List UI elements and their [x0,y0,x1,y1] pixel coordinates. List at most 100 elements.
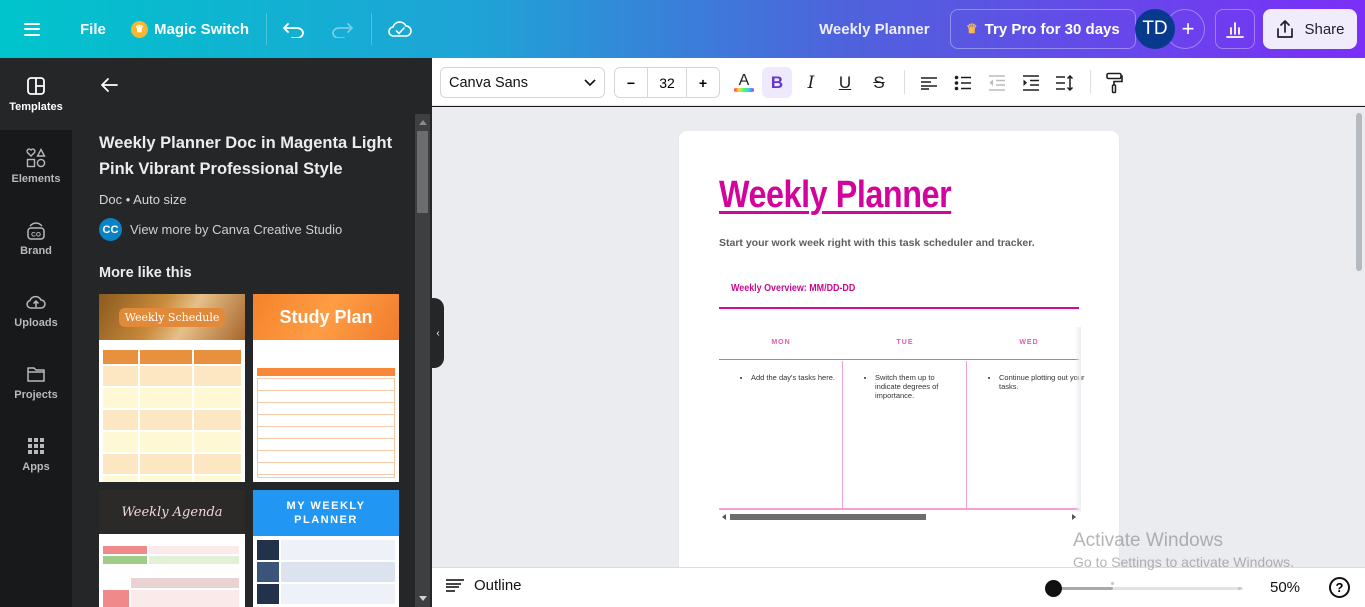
outline-button[interactable]: Outline [446,577,522,594]
crown-icon: ♛ [131,20,148,38]
text-color-button[interactable]: A [729,67,759,98]
weekly-table[interactable]: MON TUE WED Add the day's tasks here. Sw… [719,327,1084,512]
rail-label: Uploads [14,317,58,329]
rail-item-projects[interactable]: Projects [0,346,72,418]
paint-roller-icon [1106,72,1123,93]
bottom-bar: Outline 50% ? [432,567,1365,607]
table-horizontal-scrollbar[interactable] [719,512,1079,522]
task-item: Continue plotting out your tasks. [999,373,1085,391]
document-page[interactable]: Weekly Planner Start your work week righ… [679,131,1119,567]
thumbnail-hero: Study Plan [253,294,399,340]
bold-button[interactable]: B [762,67,792,98]
divider [1090,70,1091,94]
underline-button[interactable]: U [830,67,860,98]
design-canvas: Weekly Planner Start your work week righ… [432,107,1365,567]
chevron-down-icon [584,78,596,86]
top-bar: File ♛ Magic Switch Weekly Planner ♛ Try… [0,0,1365,58]
table-cell[interactable]: Switch them up to indicate degrees of im… [843,361,967,509]
template-meta: Doc • Auto size [99,192,187,207]
apps-icon [28,438,44,454]
strikethrough-button[interactable]: S [864,67,894,98]
document-subtitle[interactable]: Start your work week right with this tas… [719,237,1035,249]
indent-button[interactable] [1016,67,1046,98]
rail-item-templates[interactable]: Templates [0,58,72,130]
svg-text:CO: CO [31,232,41,239]
align-left-button[interactable] [914,67,944,98]
projects-icon [27,367,45,382]
magic-switch-button[interactable]: ♛ Magic Switch [131,0,249,58]
bullet-list-button[interactable] [948,67,978,98]
rail-item-uploads[interactable]: Uploads [0,274,72,346]
avatar[interactable]: TD [1135,9,1175,49]
brand-icon: CO [27,222,45,240]
outline-label: Outline [474,577,522,594]
bar-chart-icon [1226,22,1244,38]
scrollbar-thumb[interactable] [417,131,428,213]
font-size-input[interactable]: 32 [647,68,687,97]
scroll-down-arrow[interactable] [419,596,427,601]
rail-item-apps[interactable]: Apps [0,418,72,490]
save-status-button[interactable] [388,0,412,58]
rail-item-elements[interactable]: Elements [0,130,72,202]
scroll-up-arrow[interactable] [419,120,427,125]
author-link[interactable]: CC View more by Canva Creative Studio [99,218,342,241]
table-header-row: MON TUE WED [719,327,1079,360]
table-cell[interactable]: Continue plotting out your tasks. [967,361,1091,509]
question-icon: ? [1335,580,1344,595]
scroll-right-arrow[interactable] [1072,514,1076,520]
zoom-fill [1053,587,1113,590]
document-title[interactable]: Weekly Planner [819,0,930,58]
weekly-overview-label[interactable]: Weekly Overview: MM/DD-DD [731,282,855,294]
file-menu-button[interactable]: File [80,0,106,58]
zoom-slider[interactable] [1045,579,1245,597]
copy-style-button[interactable] [1099,67,1129,98]
try-pro-button[interactable]: ♛ Try Pro for 30 days [950,9,1136,49]
scrollbar-thumb[interactable] [730,514,926,520]
thumbnail-hero: MY WEEKLY PLANNER [253,490,399,536]
font-family-select[interactable]: Canva Sans [440,67,605,98]
canvas-vertical-scrollbar[interactable] [1356,113,1362,271]
share-button[interactable]: Share [1263,9,1357,49]
redo-icon [332,23,353,38]
template-thumbnail[interactable]: Weekly Agenda [99,490,245,607]
template-thumbnail[interactable]: Study Plan [253,294,399,482]
share-upload-icon [1277,20,1294,38]
line-spacing-button[interactable] [1050,67,1080,98]
table-cell[interactable]: Add the day's tasks here. [719,361,843,509]
zoom-percentage[interactable]: 50% [1270,579,1300,596]
document-heading[interactable]: Weekly Planner [719,174,952,217]
italic-button[interactable]: I [796,67,826,98]
rail-label: Templates [9,101,63,113]
divider [266,13,267,45]
share-label: Share [1304,20,1345,38]
zoom-knob[interactable] [1045,580,1062,597]
template-thumbnail[interactable]: Weekly Schedule [99,294,245,482]
main-menu-button[interactable] [24,0,48,58]
help-button[interactable]: ? [1329,577,1350,598]
template-title: Weekly Planner Doc in Magenta Light Pink… [99,134,393,178]
outdent-icon [989,74,1005,91]
insights-button[interactable] [1215,9,1255,49]
back-button[interactable] [100,76,118,99]
template-thumbnail[interactable]: MY WEEKLY PLANNER [253,490,399,607]
undo-button[interactable] [283,0,305,58]
increase-font-size-button[interactable]: + [687,68,719,97]
rail-item-brand[interactable]: CO Brand [0,202,72,274]
font-size-stepper: − 32 + [614,67,720,98]
decrease-font-size-button[interactable]: − [615,68,647,97]
more-like-this-heading: More like this [99,265,192,281]
redo-button[interactable] [331,0,353,58]
task-item: Add the day's tasks here. [751,373,836,382]
text-color-icon: A [738,72,750,89]
elements-icon [26,148,46,168]
chevron-left-icon: ‹ [436,327,440,339]
day-header-wed: WED [1019,339,1039,346]
day-header-mon: MON [771,339,791,346]
outdent-button[interactable] [982,67,1012,98]
scroll-left-arrow[interactable] [722,514,726,520]
zoom-tick [1111,582,1114,585]
panel-scrollbar[interactable] [415,114,430,607]
templates-panel: Weekly Planner Doc in Magenta Light Pink… [72,58,432,607]
collapse-panel-button[interactable]: ‹ [432,298,444,368]
text-toolbar: Canva Sans − 32 + A B I U S [432,58,1365,106]
